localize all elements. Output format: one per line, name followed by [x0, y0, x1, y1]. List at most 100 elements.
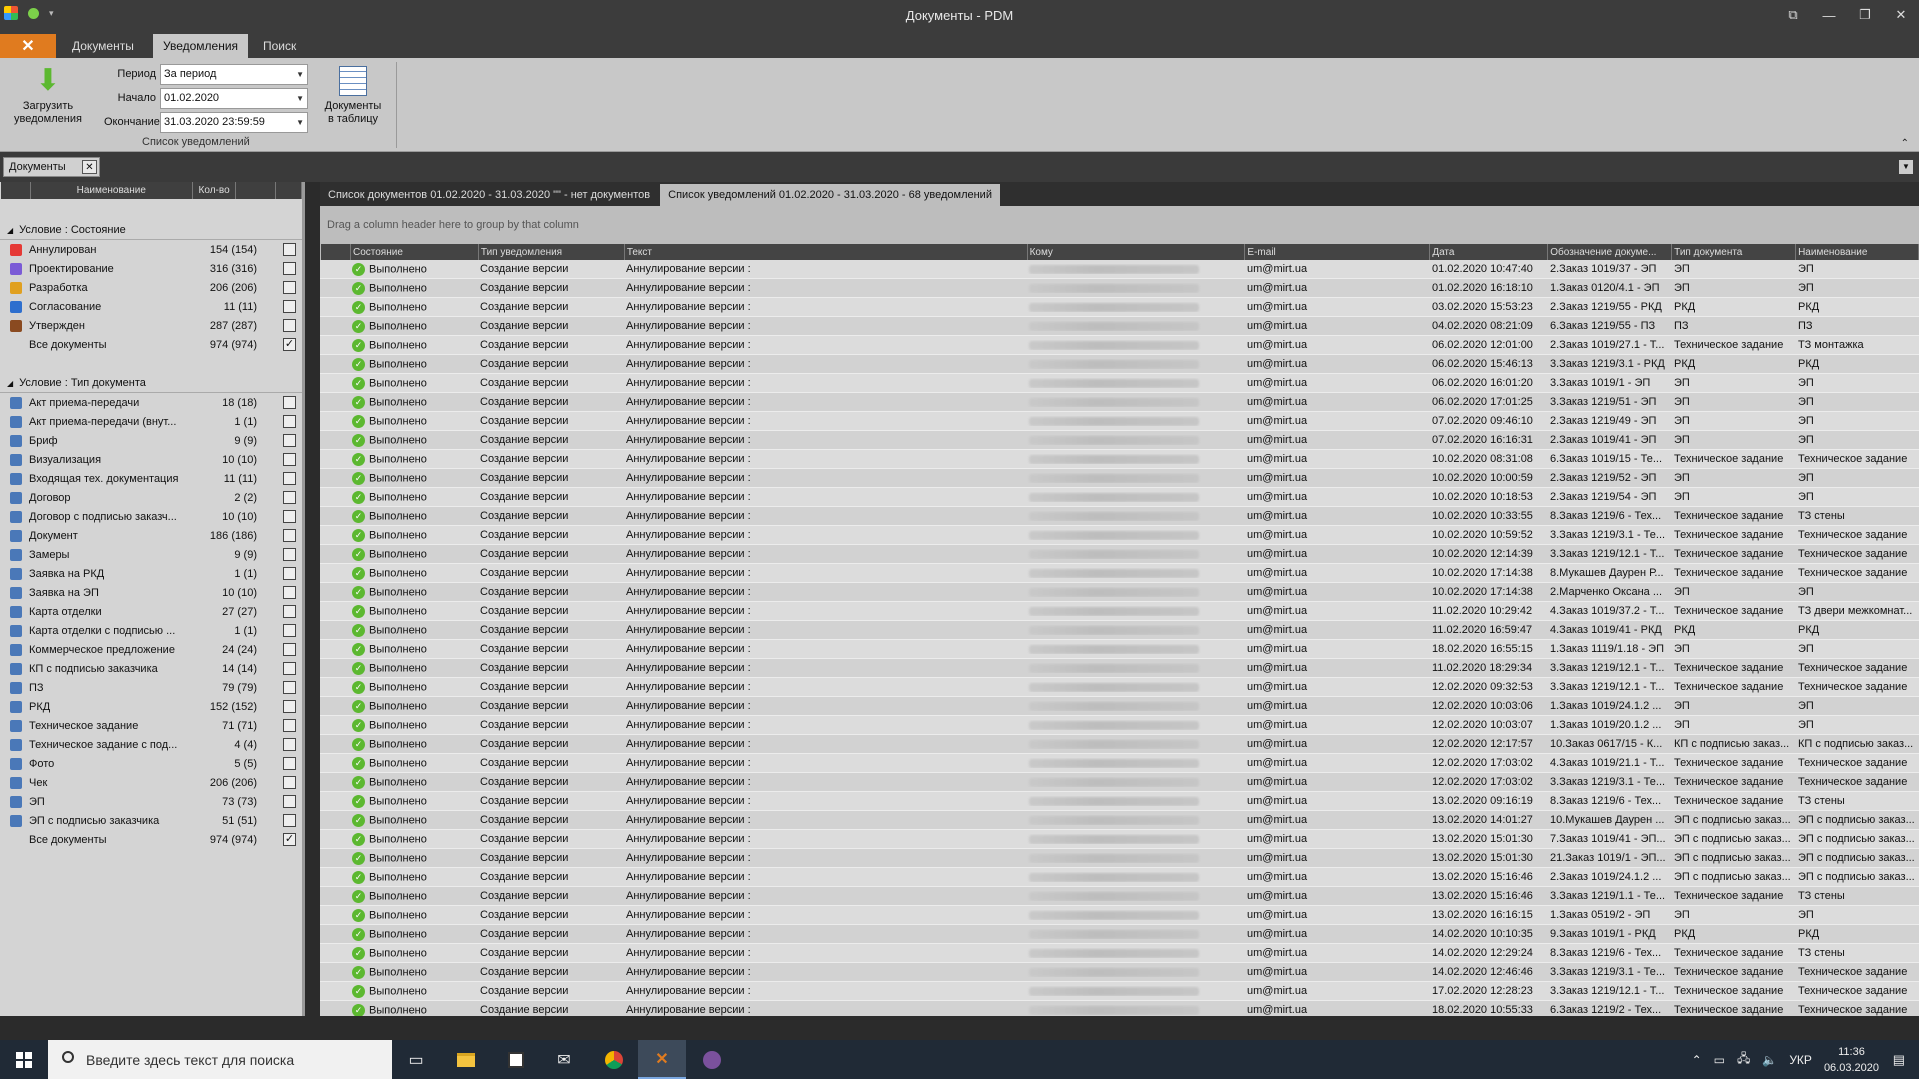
table-row[interactable]: ✓ Выполнено Создание версии Аннулирование в… [320, 393, 1919, 412]
close-icon[interactable]: ✕ [82, 160, 97, 174]
filter-checkbox[interactable]: ✓ [283, 833, 296, 846]
tab-notifications[interactable]: Уведомления [153, 34, 249, 58]
table-row[interactable]: ✓ Выполнено Создание версии Аннулирование в… [320, 982, 1919, 1001]
clock[interactable]: 11:36 06.03.2020 [1824, 1044, 1879, 1076]
store-icon[interactable] [492, 1040, 540, 1079]
table-row[interactable]: ✓ Выполнено Создание версии Аннулирование в… [320, 317, 1919, 336]
filter-checkbox[interactable] [283, 700, 296, 713]
table-row[interactable]: ✓ Выполнено Создание версии Аннулирование в… [320, 925, 1919, 944]
filter-item[interactable]: Техническое задание с под... 4 (4) [0, 735, 302, 754]
filter-item[interactable]: Техническое задание 71 (71) [0, 716, 302, 735]
table-row[interactable]: ✓ Выполнено Создание версии Аннулирование в… [320, 260, 1919, 279]
filter-checkbox[interactable] [283, 776, 296, 789]
filter-item[interactable]: Договор с подписью заказч... 10 (10) [0, 507, 302, 526]
filter-item[interactable]: ЭП с подписью заказчика 51 (51) [0, 811, 302, 830]
table-row[interactable]: ✓ Выполнено Создание версии Аннулирование в… [320, 659, 1919, 678]
filter-item[interactable]: Заявка на РКД 1 (1) [0, 564, 302, 583]
table-row[interactable]: ✓ Выполнено Создание версии Аннулирование в… [320, 754, 1919, 773]
table-row[interactable]: ✓ Выполнено Создание версии Аннулирование в… [320, 374, 1919, 393]
filter-item[interactable]: КП с подписью заказчика 14 (14) [0, 659, 302, 678]
table-row[interactable]: ✓ Выполнено Создание версии Аннулирование в… [320, 830, 1919, 849]
grid-column-header[interactable]: E-mail [1245, 244, 1431, 260]
filter-item[interactable]: Документ 186 (186) [0, 526, 302, 545]
tray-chevron-icon[interactable]: ⌃ [1692, 1053, 1702, 1067]
type-group-caption[interactable]: ◢ Условие : Тип документа [0, 374, 302, 393]
app-menu-button[interactable]: ✕ [0, 34, 56, 58]
filter-item[interactable]: Разработка 206 (206) [0, 278, 302, 297]
period-select[interactable]: За период ▼ [160, 63, 308, 85]
filter-checkbox[interactable] [283, 396, 296, 409]
filter-item[interactable]: Карта отделки 27 (27) [0, 602, 302, 621]
maximize-button[interactable]: ❐ [1847, 0, 1883, 30]
table-row[interactable]: ✓ Выполнено Создание версии Аннулирование в… [320, 279, 1919, 298]
grid-column-header[interactable]: Тип уведомления [479, 244, 625, 260]
filter-item[interactable]: Утвержден 287 (287) [0, 316, 302, 335]
table-row[interactable]: ✓ Выполнено Создание версии Аннулирование в… [320, 773, 1919, 792]
filter-checkbox[interactable] [283, 319, 296, 332]
filter-checkbox[interactable] [283, 491, 296, 504]
table-row[interactable]: ✓ Выполнено Создание версии Аннулирование в… [320, 583, 1919, 602]
table-row[interactable]: ✓ Выполнено Создание версии Аннулирование в… [320, 450, 1919, 469]
viber-icon[interactable] [688, 1040, 736, 1079]
filter-item[interactable]: Карта отделки с подписью ... 1 (1) [0, 621, 302, 640]
table-row[interactable]: ✓ Выполнено Создание версии Аннулирование в… [320, 602, 1919, 621]
filter-item[interactable]: Замеры 9 (9) [0, 545, 302, 564]
grid-column-header[interactable]: Наименование [1796, 244, 1919, 260]
grid-column-header[interactable]: Состояние [351, 244, 479, 260]
pdm-app-icon[interactable]: ✕ [638, 1040, 686, 1079]
grid-column-header[interactable]: Дата [1430, 244, 1549, 260]
filter-item[interactable]: ЭП 73 (73) [0, 792, 302, 811]
group-panel-hint[interactable]: Drag a column header here to group by th… [320, 206, 1919, 244]
filter-checkbox[interactable] [283, 662, 296, 675]
table-row[interactable]: ✓ Выполнено Создание версии Аннулирование в… [320, 944, 1919, 963]
filter-item[interactable]: Фото 5 (5) [0, 754, 302, 773]
filter-header-count[interactable]: Кол-во [193, 182, 237, 199]
end-date-field[interactable]: 31.03.2020 23:59:59 ▼ [160, 111, 308, 133]
filter-checkbox[interactable] [283, 681, 296, 694]
table-row[interactable]: ✓ Выполнено Создание версии Аннулирование в… [320, 526, 1919, 545]
filter-checkbox[interactable] [283, 814, 296, 827]
start-button[interactable] [0, 1040, 48, 1079]
tab-search[interactable]: Поиск [253, 34, 306, 58]
table-row[interactable]: ✓ Выполнено Создание версии Аннулирование в… [320, 640, 1919, 659]
taskbar-search-input[interactable]: Введите здесь текст для поиска [48, 1040, 392, 1079]
grid-column-header[interactable]: Кому [1028, 244, 1246, 260]
collapse-ribbon-icon[interactable]: ⌃ [1901, 138, 1909, 149]
filter-item[interactable]: Акт приема-передачи 18 (18) [0, 393, 302, 412]
restore-ribbon-button[interactable]: ⧉ [1775, 0, 1811, 30]
tab-documents-panel[interactable]: Документы ✕ [3, 157, 100, 177]
chrome-icon[interactable] [590, 1040, 638, 1079]
filter-checkbox[interactable] [283, 624, 296, 637]
tab-documents-list[interactable]: Список документов 01.02.2020 - 31.03.202… [320, 184, 658, 206]
table-row[interactable]: ✓ Выполнено Создание версии Аннулирование в… [320, 887, 1919, 906]
filter-item[interactable]: Проектирование 316 (316) [0, 259, 302, 278]
grid-column-header[interactable]: Тип документа [1672, 244, 1797, 260]
filter-checkbox[interactable] [283, 510, 296, 523]
filter-checkbox[interactable] [283, 300, 296, 313]
table-row[interactable]: ✓ Выполнено Создание версии Аннулирование в… [320, 868, 1919, 887]
table-row[interactable]: ✓ Выполнено Создание версии Аннулирование в… [320, 678, 1919, 697]
filter-checkbox[interactable] [283, 605, 296, 618]
table-row[interactable]: ✓ Выполнено Создание версии Аннулирование в… [320, 488, 1919, 507]
grid-column-header[interactable]: Текст [625, 244, 1028, 260]
filter-checkbox[interactable] [283, 719, 296, 732]
state-group-caption[interactable]: ◢ Условие : Состояние [0, 221, 302, 240]
table-row[interactable]: ✓ Выполнено Создание версии Аннулирование в… [320, 697, 1919, 716]
battery-icon[interactable]: ▭ [1714, 1053, 1725, 1067]
table-row[interactable]: ✓ Выполнено Создание версии Аннулирование в… [320, 412, 1919, 431]
filter-item[interactable]: РКД 152 (152) [0, 697, 302, 716]
notifications-icon[interactable]: ▤ [1893, 1052, 1905, 1068]
load-notifications-button[interactable]: ⬇ Загрузить уведомления [8, 62, 88, 126]
mail-icon[interactable]: ✉ [540, 1040, 588, 1079]
filter-checkbox[interactable] [283, 738, 296, 751]
table-row[interactable]: ✓ Выполнено Создание версии Аннулирование в… [320, 336, 1919, 355]
minimize-button[interactable]: — [1811, 0, 1847, 30]
task-view-icon[interactable]: ▭ [392, 1040, 440, 1079]
table-row[interactable]: ✓ Выполнено Создание версии Аннулирование в… [320, 811, 1919, 830]
filter-checkbox[interactable] [283, 795, 296, 808]
grid-column-header[interactable]: Обозначение докуме... [1548, 244, 1673, 260]
filter-checkbox[interactable] [283, 434, 296, 447]
table-row[interactable]: ✓ Выполнено Создание версии Аннулирование в… [320, 564, 1919, 583]
table-row[interactable]: ✓ Выполнено Создание версии Аннулирование в… [320, 906, 1919, 925]
filter-checkbox[interactable] [283, 529, 296, 542]
